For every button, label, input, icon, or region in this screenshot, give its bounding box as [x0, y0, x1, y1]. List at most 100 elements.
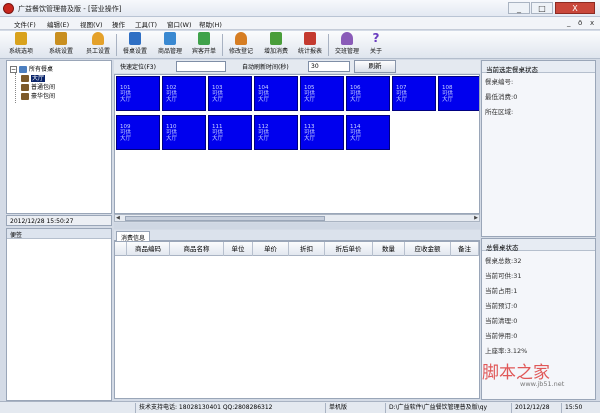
- minimize-button[interactable]: _: [508, 2, 530, 14]
- tab-consume-info[interactable]: 消费信息: [116, 231, 151, 242]
- refresh-button[interactable]: 刷新: [354, 60, 396, 73]
- notes-title: 便签: [7, 229, 111, 239]
- about-button[interactable]: ? 关于: [365, 32, 387, 58]
- person-icon: [92, 32, 104, 45]
- area-icon: [21, 84, 29, 91]
- add-consume-button[interactable]: 增加消费: [259, 32, 293, 58]
- table-card[interactable]: 101 可供 大厅: [116, 76, 160, 111]
- scroll-left-icon[interactable]: ◀: [116, 215, 120, 221]
- mdi-restore-button[interactable]: ō: [578, 19, 582, 27]
- reserved-tables-value: 当前预订:0: [485, 302, 518, 310]
- tree-node-hall[interactable]: 大厅: [21, 73, 46, 82]
- panel-splitter[interactable]: [114, 223, 480, 229]
- table-area-value: 所在区域:: [485, 108, 514, 116]
- column-header[interactable]: 折后单价: [325, 242, 373, 256]
- consume-tab-strip: 消费信息: [114, 230, 480, 242]
- auto-refresh-label: 自动刷新时间(秒): [242, 64, 289, 71]
- app-logo-icon: [3, 3, 14, 14]
- menu-help[interactable]: 帮助(H): [199, 19, 222, 29]
- column-header[interactable]: 单价: [253, 242, 289, 256]
- collapse-toggle-icon[interactable]: −: [10, 66, 17, 73]
- column-header[interactable]: 数量: [373, 242, 405, 256]
- table-card-area: 大厅: [304, 97, 316, 103]
- table-card[interactable]: 103 可供 大厅: [208, 76, 252, 111]
- menu-window[interactable]: 窗口(W): [167, 19, 192, 29]
- goods-management-button[interactable]: 商品管理: [153, 32, 187, 58]
- table-card[interactable]: 109 可供 大厅: [116, 115, 160, 150]
- auto-refresh-input[interactable]: 30: [308, 61, 350, 72]
- table-settings-button[interactable]: 餐桌设置: [119, 32, 151, 58]
- menu-operate[interactable]: 操作: [112, 19, 125, 29]
- system-settings-button[interactable]: 系统设置: [43, 32, 79, 58]
- table-card-area: 大厅: [442, 97, 454, 103]
- table-card[interactable]: 110 可供 大厅: [162, 115, 206, 150]
- current-table-status-panel: 当前选定餐桌状态 餐桌编号: 最低消费:0 所在区域:: [481, 60, 596, 237]
- table-card[interactable]: 112 可供 大厅: [254, 115, 298, 150]
- table-card-area: 大厅: [350, 136, 362, 142]
- table-area-tree: − 所有餐桌 大厅 普通包间 豪华包间: [6, 60, 112, 214]
- column-header[interactable]: 商品编码: [127, 242, 170, 256]
- toolbar-separator: [222, 34, 223, 56]
- table-card[interactable]: 102 可供 大厅: [162, 76, 206, 111]
- title-bar: 广益餐饮管理普及版 - [营业操作] _ □ X: [0, 0, 600, 17]
- column-header[interactable]: 商品名称: [170, 242, 224, 256]
- table-card-area: 大厅: [120, 97, 132, 103]
- window-title: 广益餐饮管理普及版 - [营业操作]: [18, 5, 122, 13]
- table-card[interactable]: 104 可供 大厅: [254, 76, 298, 111]
- staff-settings-button[interactable]: 员工设置: [82, 32, 114, 58]
- mdi-minimize-button[interactable]: _: [567, 19, 571, 27]
- row-selector-header: [115, 242, 127, 256]
- consume-grid[interactable]: 商品编码 商品名称 单位 单价 折扣 折后单价 数量 应收金额 备注: [114, 241, 480, 399]
- site-watermark: 脚本之家 www.jb51.net: [482, 358, 594, 388]
- notes-panel[interactable]: 便签: [6, 228, 112, 401]
- tree-node-deluxe-room[interactable]: 豪华包间: [21, 91, 55, 100]
- guest-order-button[interactable]: 宾客开单: [188, 32, 220, 58]
- menu-file[interactable]: 文件(F): [14, 19, 36, 29]
- total-tables-value: 餐桌总数:32: [485, 257, 522, 265]
- mdi-close-button[interactable]: x: [590, 19, 594, 27]
- maximize-button[interactable]: □: [531, 2, 553, 14]
- scroll-right-icon[interactable]: ▶: [474, 215, 478, 221]
- consume-grid-header: 商品编码 商品名称 单位 单价 折扣 折后单价 数量 应收金额 备注: [115, 242, 479, 256]
- table-card[interactable]: 105 可供 大厅: [300, 76, 344, 111]
- table-card[interactable]: 107 可供 大厅: [392, 76, 436, 111]
- install-path-status: D:\广益软件\广益餐饮管理普及版\qy: [386, 403, 512, 413]
- table-card[interactable]: 113 可供 大厅: [300, 115, 344, 150]
- system-options-button[interactable]: 系统选项: [3, 32, 39, 58]
- tables-horizontal-scrollbar[interactable]: ◀ ▶: [114, 214, 480, 222]
- date-status: 2012/12/28: [512, 403, 562, 413]
- close-button[interactable]: X: [555, 2, 595, 14]
- report-button[interactable]: 统计报表: [294, 32, 326, 58]
- column-header[interactable]: 应收金额: [405, 242, 451, 256]
- table-icon: [129, 32, 141, 45]
- scroll-thumb[interactable]: [125, 216, 325, 221]
- table-card[interactable]: 106 可供 大厅: [346, 76, 390, 111]
- menu-edit[interactable]: 编辑(E): [47, 19, 69, 29]
- table-card[interactable]: 114 可供 大厅: [346, 115, 390, 150]
- locate-bar: 快速定位(F3) 自动刷新时间(秒) 30 刷新: [114, 60, 480, 73]
- tree-node-all-tables[interactable]: − 所有餐桌: [10, 64, 53, 73]
- modify-register-button[interactable]: 修改登记: [225, 32, 257, 58]
- table-card[interactable]: 108 可供 大厅: [438, 76, 479, 111]
- column-header[interactable]: 单位: [224, 242, 253, 256]
- column-header[interactable]: 折扣: [289, 242, 325, 256]
- question-icon: ?: [372, 31, 380, 45]
- current-table-status-title: 当前选定餐桌状态: [482, 61, 595, 74]
- add-consume-icon: [270, 32, 282, 45]
- menu-tools[interactable]: 工具(T): [135, 19, 157, 29]
- menu-view[interactable]: 视图(V): [80, 19, 103, 29]
- table-card-area: 大厅: [212, 97, 224, 103]
- table-card[interactable]: 111 可供 大厅: [208, 115, 252, 150]
- toolbar-separator: [116, 34, 117, 56]
- table-card-area: 大厅: [258, 97, 270, 103]
- shift-management-button[interactable]: 交班管理: [331, 32, 363, 58]
- table-card-area: 大厅: [396, 97, 408, 103]
- quick-locate-input[interactable]: [176, 61, 226, 72]
- occupancy-rate-value: 上座率:3.12%: [485, 347, 528, 355]
- tree-node-normal-room[interactable]: 普通包间: [21, 82, 55, 91]
- table-card-area: 大厅: [166, 97, 178, 103]
- current-datetime: 2012/12/28 15:50:27: [6, 215, 112, 226]
- column-header[interactable]: 备注: [451, 242, 479, 256]
- key-icon: [15, 32, 27, 45]
- edit-person-icon: [235, 32, 247, 45]
